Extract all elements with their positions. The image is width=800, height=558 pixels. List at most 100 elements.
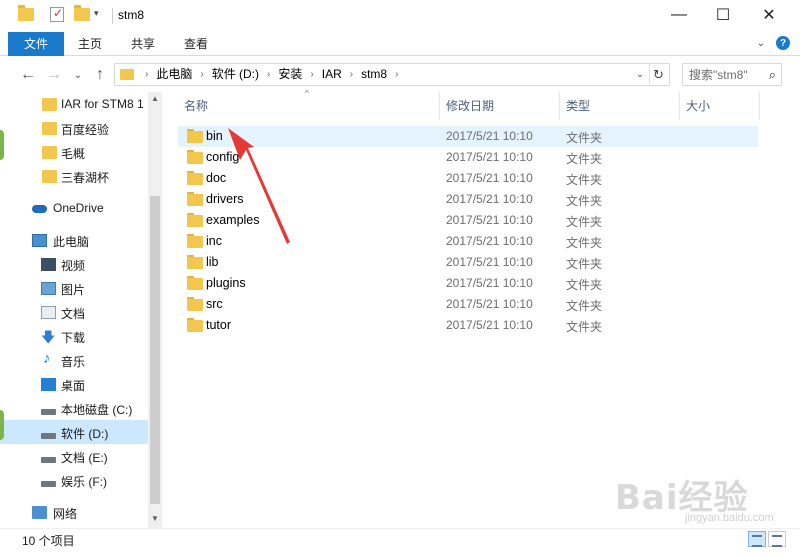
- tab-file[interactable]: 文件: [8, 32, 65, 56]
- expand-ribbon-icon[interactable]: ⌄: [754, 36, 768, 50]
- file-name: drivers: [206, 192, 244, 206]
- search-box[interactable]: ⌕: [682, 63, 782, 86]
- nav-label: 本地磁盘 (C:): [61, 403, 133, 417]
- help-icon[interactable]: ?: [776, 36, 790, 50]
- address-row: ← → ⌄ ↑ › 此电脑 › 软件 (D:) › 安装 › IAR › stm…: [0, 58, 800, 92]
- search-icon[interactable]: ⌕: [769, 67, 776, 83]
- nav-label: 桌面: [61, 379, 86, 393]
- file-date: 2017/5/21 10:10: [446, 192, 533, 206]
- up-button[interactable]: ↑: [90, 66, 110, 84]
- table-row[interactable]: drivers 2017/5/21 10:10 文件夹: [178, 189, 758, 210]
- column-header-date[interactable]: 修改日期: [446, 92, 494, 120]
- nav-item-drive-c[interactable]: 本地磁盘 (C:): [0, 396, 148, 420]
- table-row[interactable]: inc 2017/5/21 10:10 文件夹: [178, 231, 758, 252]
- scroll-up-icon[interactable]: ▲: [148, 92, 162, 106]
- new-folder-icon[interactable]: [74, 5, 90, 21]
- file-date: 2017/5/21 10:10: [446, 234, 533, 248]
- window-title: stm8: [118, 8, 145, 22]
- properties-icon[interactable]: [50, 6, 64, 22]
- column-header-type[interactable]: 类型: [566, 92, 590, 120]
- address-dropdown-icon[interactable]: ⌄: [633, 64, 647, 85]
- large-icons-view-button[interactable]: [768, 531, 786, 547]
- back-button[interactable]: ←: [18, 66, 38, 84]
- file-date: 2017/5/21 10:10: [446, 129, 533, 143]
- folder-icon: [187, 213, 203, 227]
- title-bar: ▾ stm8 — ☐ ✕: [0, 0, 800, 32]
- nav-item-music[interactable]: ♪ 音乐: [0, 348, 148, 372]
- file-name: examples: [206, 213, 260, 227]
- folder-icon: [120, 69, 134, 80]
- forward-button[interactable]: →: [44, 66, 64, 84]
- scroll-down-icon[interactable]: ▼: [148, 512, 162, 526]
- table-row[interactable]: examples 2017/5/21 10:10 文件夹: [178, 210, 758, 231]
- nav-scrollbar[interactable]: ▲ ▼: [148, 92, 162, 528]
- maximize-button[interactable]: ☐: [700, 0, 746, 30]
- nav-item-network[interactable]: 网络: [0, 500, 148, 524]
- file-name: inc: [206, 234, 222, 248]
- nav-item-onedrive[interactable]: OneDrive: [0, 196, 148, 220]
- column-divider[interactable]: [439, 92, 440, 120]
- table-row[interactable]: doc 2017/5/21 10:10 文件夹: [178, 168, 758, 189]
- crumb-stm8[interactable]: stm8: [361, 64, 387, 85]
- nav-item-iar-for-stm8[interactable]: IAR for STM8 1: [0, 92, 148, 116]
- file-date: 2017/5/21 10:10: [446, 318, 533, 332]
- customize-toolbar-icon[interactable]: ▾: [94, 8, 99, 19]
- nav-item-drive-f[interactable]: 娱乐 (F:): [0, 468, 148, 492]
- tab-share[interactable]: 共享: [117, 32, 169, 56]
- crumb-this-pc[interactable]: 此电脑: [156, 64, 192, 85]
- folder-icon: [42, 122, 57, 135]
- computer-icon: [32, 234, 47, 247]
- table-row[interactable]: lib 2017/5/21 10:10 文件夹: [178, 252, 758, 273]
- folder-icon: [187, 171, 203, 185]
- column-divider[interactable]: [679, 92, 680, 120]
- nav-item-maogai[interactable]: 毛概: [0, 140, 148, 164]
- search-input[interactable]: [689, 67, 759, 83]
- crumb-drive-d[interactable]: 软件 (D:): [212, 64, 259, 85]
- minimize-button[interactable]: —: [656, 0, 702, 30]
- close-button[interactable]: ✕: [746, 0, 792, 30]
- table-row[interactable]: bin 2017/5/21 10:10 文件夹: [178, 126, 758, 147]
- crumb-separator[interactable]: ›: [350, 64, 353, 85]
- crumb-separator[interactable]: ›: [395, 64, 398, 85]
- column-divider[interactable]: [759, 92, 760, 120]
- nav-item-documents[interactable]: 文档: [0, 300, 148, 324]
- nav-item-desktop[interactable]: 桌面: [0, 372, 148, 396]
- crumb-separator[interactable]: ›: [200, 64, 203, 85]
- file-type: 文件夹: [566, 257, 603, 271]
- tab-home[interactable]: 主页: [64, 32, 116, 56]
- file-type: 文件夹: [566, 320, 603, 334]
- table-row[interactable]: config 2017/5/21 10:10 文件夹: [178, 147, 758, 168]
- tab-view[interactable]: 查看: [170, 32, 222, 56]
- nav-label: IAR for STM8 1: [61, 97, 144, 111]
- nav-item-videos[interactable]: 视频: [0, 252, 148, 276]
- nav-item-drive-d[interactable]: 软件 (D:): [0, 420, 148, 444]
- refresh-icon[interactable]: ↻: [649, 64, 667, 85]
- nav-item-baidu-jingyan[interactable]: 百度经验: [0, 116, 148, 140]
- column-divider[interactable]: [559, 92, 560, 120]
- crumb-separator[interactable]: ›: [310, 64, 313, 85]
- nav-item-downloads[interactable]: 🡇 下载: [0, 324, 148, 348]
- nav-label: 百度经验: [61, 123, 110, 137]
- table-row[interactable]: plugins 2017/5/21 10:10 文件夹: [178, 273, 758, 294]
- nav-item-drive-e[interactable]: 文档 (E:): [0, 444, 148, 468]
- crumb-install[interactable]: 安装: [278, 64, 302, 85]
- recent-locations-button[interactable]: ⌄: [68, 66, 88, 84]
- nav-item-sanchunhu[interactable]: 三春湖杯: [0, 164, 148, 188]
- table-row[interactable]: tutor 2017/5/21 10:10 文件夹: [178, 315, 758, 336]
- nav-item-this-pc[interactable]: 此电脑: [0, 228, 148, 252]
- file-date: 2017/5/21 10:10: [446, 150, 533, 164]
- nav-label: 视频: [61, 259, 86, 273]
- file-date: 2017/5/21 10:10: [446, 213, 533, 227]
- details-view-button[interactable]: [748, 531, 766, 547]
- table-row[interactable]: src 2017/5/21 10:10 文件夹: [178, 294, 758, 315]
- crumb-iar[interactable]: IAR: [322, 64, 342, 85]
- address-bar[interactable]: › 此电脑 › 软件 (D:) › 安装 › IAR › stm8 › ⌄ ↻: [114, 63, 670, 86]
- sort-ascending-icon: ^: [305, 89, 309, 98]
- folder-icon: [42, 98, 57, 111]
- scrollbar-thumb[interactable]: [150, 196, 160, 504]
- column-header-name[interactable]: 名称: [184, 92, 208, 120]
- crumb-separator[interactable]: ›: [267, 64, 270, 85]
- nav-item-pictures[interactable]: 图片: [0, 276, 148, 300]
- nav-label: 娱乐 (F:): [61, 475, 107, 489]
- column-header-size[interactable]: 大小: [686, 92, 710, 120]
